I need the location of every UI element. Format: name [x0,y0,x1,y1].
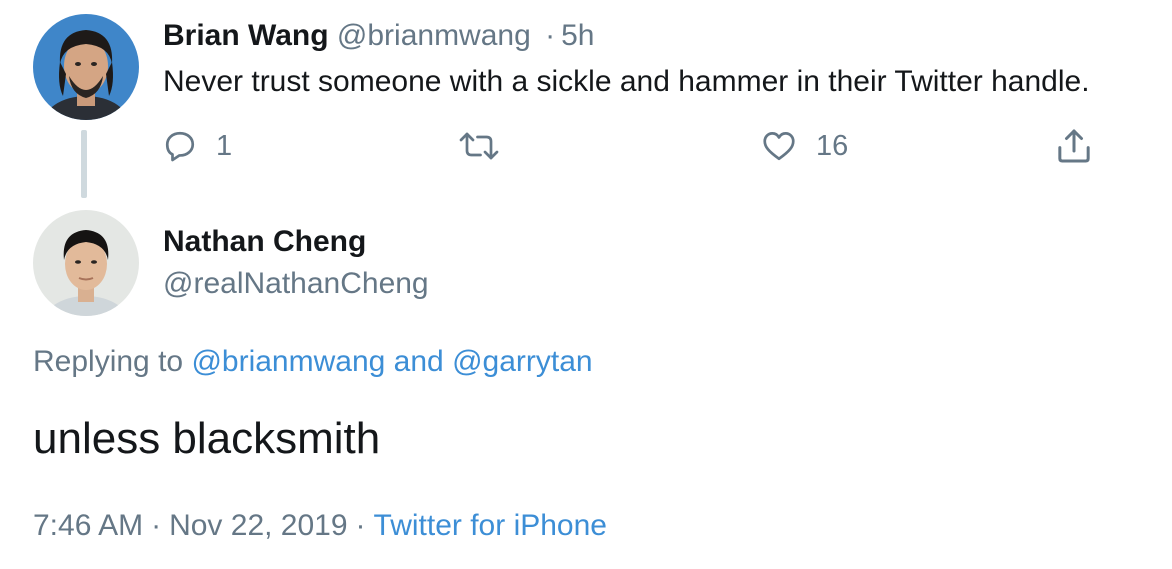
reply-author-name[interactable]: Nathan Cheng [163,222,366,262]
retweet-icon [458,128,500,164]
tweet-meta: 7:46 AM · Nov 22, 2019 · Twitter for iPhone [33,506,607,546]
author-name[interactable]: Brian Wang [163,19,329,52]
like-count: 16 [816,129,849,162]
reply-tweet-text: unless blacksmith [33,414,381,463]
reply-count: 1 [216,129,233,162]
avatar-brian-wang[interactable] [33,14,139,120]
separator-dot: · [545,19,556,52]
reply-button[interactable]: 1 [162,124,232,168]
share-button[interactable] [1054,124,1094,168]
reply-icon [162,128,198,164]
avatar-image [33,210,139,316]
thread-connector-line [81,130,87,198]
heart-icon [760,128,798,164]
original-tweet-header: Brian Wang @brianmwang · 5h [163,16,595,56]
avatar-image [33,14,139,120]
original-tweet-text: Never trust someone with a sickle and ha… [163,65,1090,98]
mention-garrytan[interactable]: @garrytan [452,345,593,378]
separator-dot: · [355,509,366,542]
separator-dot: · [151,509,162,542]
replying-to-line: Replying to @brianmwang and @garrytan [33,342,593,382]
author-handle[interactable]: @brianmwang [337,19,531,52]
reply-author-handle[interactable]: @realNathanCheng [163,264,429,304]
mention-brianmwang[interactable]: @brianmwang [191,345,385,378]
tweet-timestamp[interactable]: 7:46 AM [33,509,143,542]
replying-and[interactable]: and [394,345,444,378]
retweet-button[interactable] [458,124,500,168]
share-icon [1054,126,1094,166]
replying-prefix: Replying to [33,345,184,378]
avatar-nathan-cheng[interactable] [33,210,139,316]
like-button[interactable]: 16 [760,124,848,168]
tweet-time-ago[interactable]: 5h [561,19,594,52]
tweet-source-link[interactable]: Twitter for iPhone [374,509,607,542]
tweet-date[interactable]: Nov 22, 2019 [169,509,347,542]
